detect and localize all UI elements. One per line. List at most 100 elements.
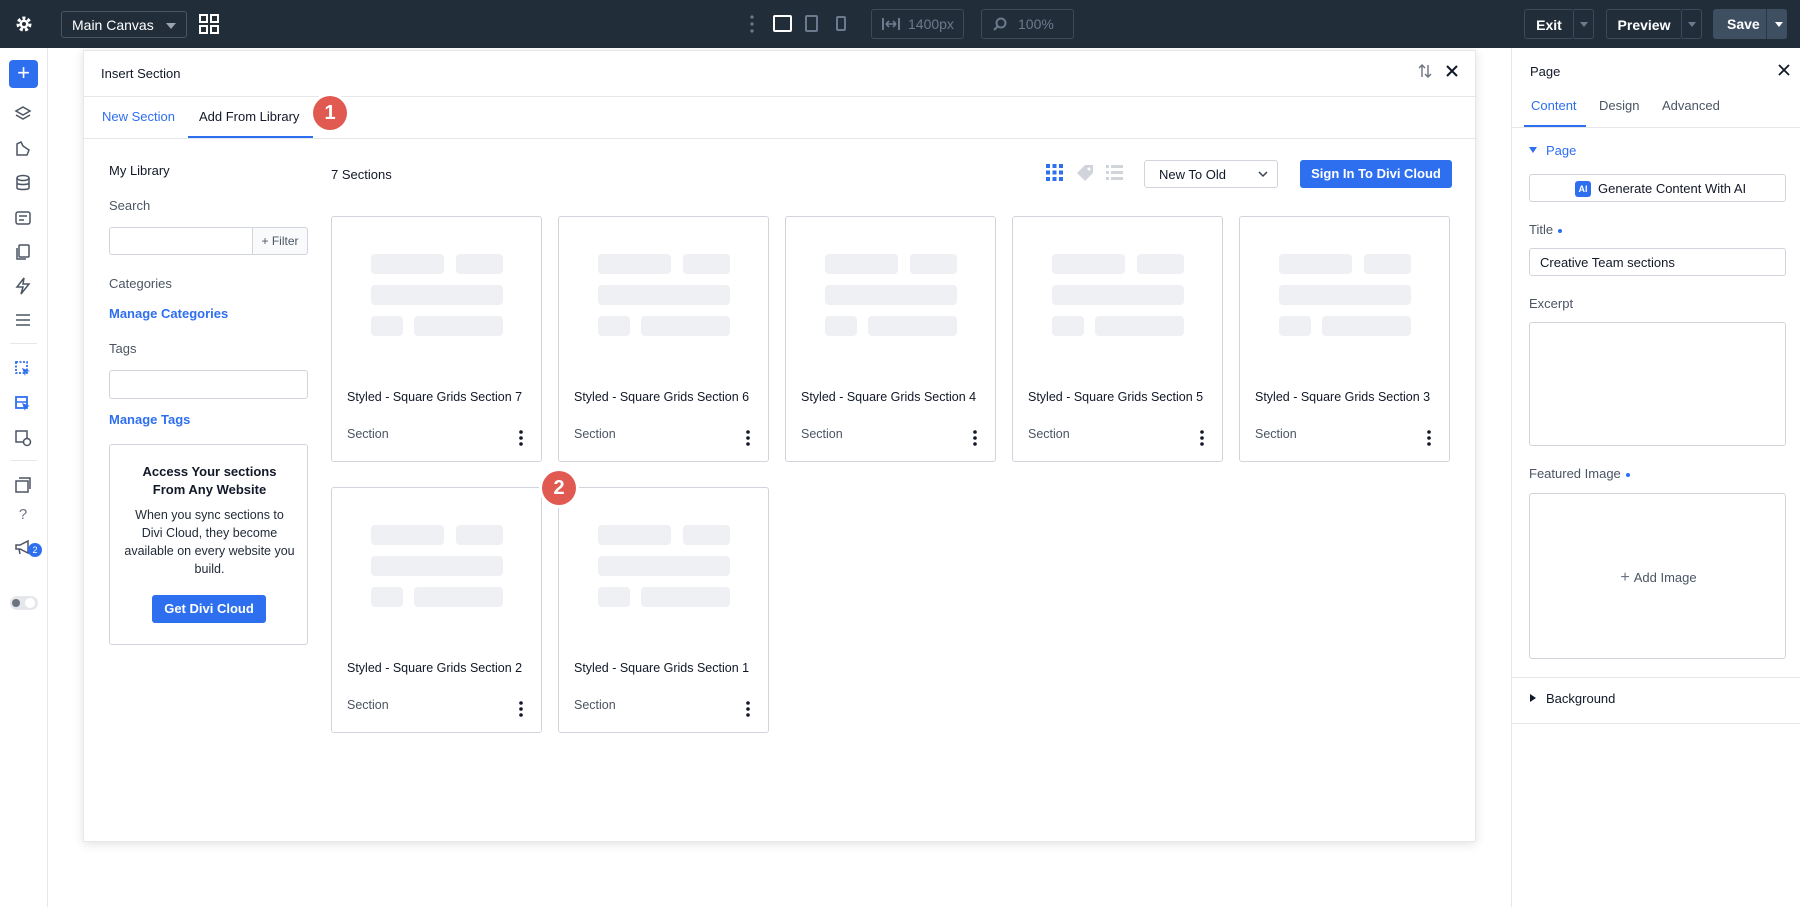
generate-ai-button[interactable]: AI Generate Content With AI — [1529, 174, 1786, 202]
insert-row-icon[interactable] — [14, 395, 32, 413]
tab-design[interactable]: Design — [1599, 98, 1639, 113]
help-icon[interactable]: ? — [14, 506, 32, 524]
close-icon[interactable] — [1777, 63, 1791, 77]
tablet-view-icon[interactable] — [805, 15, 818, 32]
library-search-input[interactable] — [109, 227, 253, 255]
caret-right-icon[interactable] — [1530, 694, 1536, 702]
filter-button[interactable]: + Filter — [253, 227, 308, 255]
grid-view-icon[interactable] — [1046, 164, 1063, 181]
design-palette-icon[interactable] — [14, 140, 32, 158]
section-card[interactable]: Styled - Square Grids Section 5 Section — [1012, 216, 1223, 462]
thumbnail-placeholder — [825, 254, 898, 274]
insert-section-icon[interactable] — [14, 360, 32, 378]
add-plus-button[interactable]: + — [9, 60, 38, 88]
thumbnail-placeholder — [868, 316, 957, 336]
exit-button[interactable]: Exit — [1524, 9, 1574, 39]
zoom-field[interactable]: 100% — [981, 9, 1074, 39]
library-heading: My Library — [109, 163, 170, 178]
layout-grid-icon[interactable] — [199, 14, 219, 34]
page-group-toggle[interactable]: Page — [1546, 143, 1576, 158]
step-marker-2: 2 — [542, 471, 576, 505]
theme-toggle[interactable] — [10, 596, 38, 610]
section-card-name: Styled - Square Grids Section 5 — [1028, 390, 1204, 404]
get-divi-cloud-button[interactable]: Get Divi Cloud — [152, 595, 266, 623]
add-image-button[interactable]: + Add Image — [1530, 569, 1787, 587]
list-view-icon[interactable] — [1106, 164, 1123, 181]
zoom-search-icon — [993, 17, 1007, 31]
thumbnail-placeholder — [641, 587, 730, 607]
sort-arrows-icon[interactable] — [1417, 63, 1433, 79]
section-card[interactable]: Styled - Square Grids Section 1 Section — [558, 487, 769, 733]
preview-button[interactable]: Preview — [1606, 9, 1682, 39]
preview-dropdown-button[interactable] — [1682, 9, 1702, 39]
title-label: Title — [1529, 222, 1563, 237]
more-vertical-icon[interactable] — [749, 14, 755, 34]
thumbnail-placeholder — [371, 587, 403, 607]
thumbnail-placeholder — [641, 316, 730, 336]
featured-image-label: Featured Image — [1529, 466, 1630, 481]
close-icon[interactable] — [1444, 63, 1460, 79]
lightning-icon[interactable] — [14, 277, 32, 295]
tab-new-section[interactable]: New Section — [102, 109, 175, 124]
tag-view-icon[interactable] — [1076, 164, 1094, 182]
section-card-type: Section — [801, 427, 843, 441]
pages-icon[interactable] — [14, 243, 32, 261]
save-split-divider — [1766, 9, 1767, 39]
sort-order-select[interactable]: New To Old — [1144, 160, 1278, 188]
exit-dropdown-button[interactable] — [1574, 9, 1594, 39]
tab-content[interactable]: Content — [1531, 98, 1577, 113]
thumbnail-placeholder — [598, 556, 730, 576]
search-label: Search — [109, 198, 151, 213]
section-card[interactable]: Styled - Square Grids Section 7 Section — [331, 216, 542, 462]
section-card[interactable]: Styled - Square Grids Section 6 Section — [558, 216, 769, 462]
more-vertical-icon[interactable] — [518, 700, 524, 718]
background-group-toggle[interactable]: Background — [1546, 691, 1615, 706]
more-vertical-icon[interactable] — [745, 429, 751, 447]
more-vertical-icon[interactable] — [1199, 429, 1205, 447]
thumbnail-placeholder — [825, 285, 957, 305]
list-settings-icon[interactable] — [14, 311, 32, 329]
more-vertical-icon[interactable] — [518, 429, 524, 447]
canvas-select[interactable]: Main Canvas — [61, 11, 187, 38]
more-vertical-icon[interactable] — [972, 429, 978, 447]
thumbnail-placeholder — [598, 285, 730, 305]
section-card-type: Section — [347, 698, 389, 712]
more-vertical-icon[interactable] — [1426, 429, 1432, 447]
section-card[interactable]: Styled - Square Grids Section 4 Section — [785, 216, 996, 462]
page-settings-panel: Page Content Design Advanced Page AI Gen… — [1511, 48, 1800, 907]
section-card[interactable]: Styled - Square Grids Section 2 Section — [331, 487, 542, 733]
section-card-name: Styled - Square Grids Section 4 — [801, 390, 977, 404]
desktop-view-icon[interactable] — [773, 15, 792, 32]
caret-down-icon[interactable] — [1529, 147, 1537, 153]
featured-image-dropzone[interactable]: + Add Image — [1529, 493, 1786, 659]
excerpt-textarea[interactable] — [1529, 322, 1786, 446]
thumbnail-placeholder — [1364, 254, 1411, 274]
phone-view-icon[interactable] — [836, 16, 846, 31]
rail-divider — [10, 343, 37, 344]
insert-module-icon[interactable] — [14, 429, 32, 447]
tags-input[interactable] — [109, 370, 308, 399]
layers-icon[interactable] — [14, 105, 32, 123]
tab-advanced[interactable]: Advanced — [1662, 98, 1720, 113]
database-icon[interactable] — [14, 174, 32, 192]
form-icon[interactable] — [14, 209, 32, 227]
canvas-width-field[interactable]: 1400px — [871, 9, 964, 39]
sign-in-divi-cloud-button[interactable]: Sign In To Divi Cloud — [1300, 160, 1452, 188]
panel-title: Page — [1530, 64, 1561, 79]
thumbnail-placeholder — [1279, 316, 1311, 336]
manage-tags-link[interactable]: Manage Tags — [109, 412, 190, 427]
tab-add-from-library[interactable]: Add From Library — [199, 109, 299, 124]
manage-categories-link[interactable]: Manage Categories — [109, 306, 228, 321]
panel-divider — [1512, 723, 1800, 724]
modal-divider — [84, 138, 1477, 139]
window-stack-icon[interactable] — [14, 476, 32, 494]
thumbnail-placeholder — [414, 316, 503, 336]
gear-icon[interactable] — [14, 14, 34, 34]
more-vertical-icon[interactable] — [745, 700, 751, 718]
section-card[interactable]: Styled - Square Grids Section 3 Section — [1239, 216, 1450, 462]
plus-icon: + — [1620, 569, 1630, 586]
title-input[interactable]: Creative Team sections — [1529, 248, 1786, 276]
save-button[interactable]: Save — [1713, 9, 1787, 39]
canvas-select-value: Main Canvas — [72, 17, 154, 33]
section-card-name: Styled - Square Grids Section 2 — [347, 661, 523, 675]
